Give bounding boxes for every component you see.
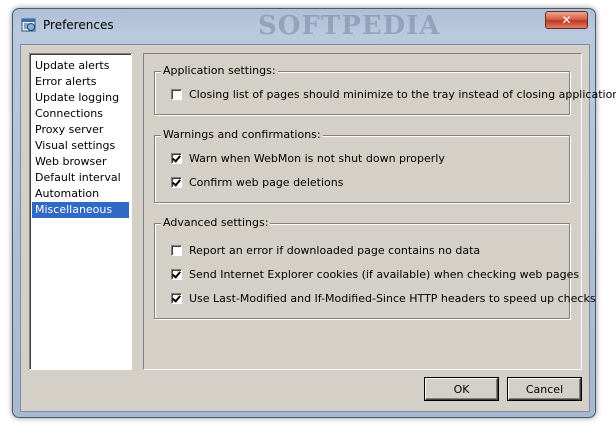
checkbox[interactable] bbox=[171, 268, 182, 280]
option-confirm-deletions[interactable]: Confirm web page deletions bbox=[171, 175, 343, 189]
group-title: Application settings: bbox=[161, 64, 278, 78]
option-label: Warn when WebMon is not shut down proper… bbox=[189, 151, 445, 165]
checkbox[interactable] bbox=[171, 176, 182, 188]
list-item-update-logging[interactable]: Update logging bbox=[32, 90, 129, 106]
list-item-web-browser[interactable]: Web browser bbox=[32, 154, 129, 170]
close-icon: ✕ bbox=[561, 13, 572, 27]
window-title: Preferences bbox=[43, 18, 114, 32]
list-item-error-alerts[interactable]: Error alerts bbox=[32, 74, 129, 90]
option-minimize-to-tray[interactable]: Closing list of pages should minimize to… bbox=[171, 87, 616, 101]
list-item-default-interval[interactable]: Default interval bbox=[32, 170, 129, 186]
advanced-settings-group: Advanced settings: Report an error if do… bbox=[154, 216, 596, 319]
list-item-miscellaneous[interactable]: Miscellaneous bbox=[32, 202, 129, 218]
list-item-automation[interactable]: Automation bbox=[32, 186, 129, 202]
option-label: Closing list of pages should minimize to… bbox=[189, 87, 616, 101]
ok-button[interactable]: OK bbox=[425, 378, 498, 400]
warnings-group: Warnings and confirmations: Warn when We… bbox=[154, 128, 570, 203]
group-title: Warnings and confirmations: bbox=[161, 128, 323, 142]
application-settings-group: Application settings: Closing list of pa… bbox=[154, 64, 616, 115]
app-icon bbox=[21, 17, 37, 33]
close-button[interactable]: ✕ bbox=[545, 11, 588, 29]
option-label: Report an error if downloaded page conta… bbox=[189, 243, 481, 257]
list-item-proxy-server[interactable]: Proxy server bbox=[32, 122, 129, 138]
list-item-visual-settings[interactable]: Visual settings bbox=[32, 138, 129, 154]
option-use-modified-headers[interactable]: Use Last-Modified and If-Modified-Since … bbox=[171, 291, 596, 305]
preferences-window: Preferences SOFTPEDIA ✕ Update alerts Er… bbox=[12, 8, 616, 418]
watermark-logo: SOFTPEDIA bbox=[258, 11, 441, 41]
option-label: Send Internet Explorer cookies (if avail… bbox=[189, 267, 580, 281]
list-item-update-alerts[interactable]: Update alerts bbox=[32, 58, 129, 74]
title-bar[interactable]: Preferences SOFTPEDIA ✕ bbox=[13, 9, 595, 41]
option-label: Use Last-Modified and If-Modified-Since … bbox=[189, 291, 596, 305]
dialog-body: Update alerts Error alerts Update loggin… bbox=[20, 44, 616, 412]
option-label: Confirm web page deletions bbox=[189, 175, 344, 189]
checkbox[interactable] bbox=[171, 88, 182, 100]
checkbox[interactable] bbox=[171, 292, 182, 304]
checkbox[interactable] bbox=[171, 152, 182, 164]
option-warn-shutdown[interactable]: Warn when WebMon is not shut down proper… bbox=[171, 151, 445, 165]
category-list[interactable]: Update alerts Error alerts Update loggin… bbox=[29, 53, 132, 370]
cancel-button[interactable]: Cancel bbox=[508, 378, 581, 400]
settings-panel: Application settings: Closing list of pa… bbox=[143, 53, 616, 370]
option-send-ie-cookies[interactable]: Send Internet Explorer cookies (if avail… bbox=[171, 267, 579, 281]
checkbox[interactable] bbox=[171, 244, 182, 256]
list-item-connections[interactable]: Connections bbox=[32, 106, 129, 122]
option-report-empty-page[interactable]: Report an error if downloaded page conta… bbox=[171, 243, 480, 257]
group-title: Advanced settings: bbox=[161, 216, 271, 230]
